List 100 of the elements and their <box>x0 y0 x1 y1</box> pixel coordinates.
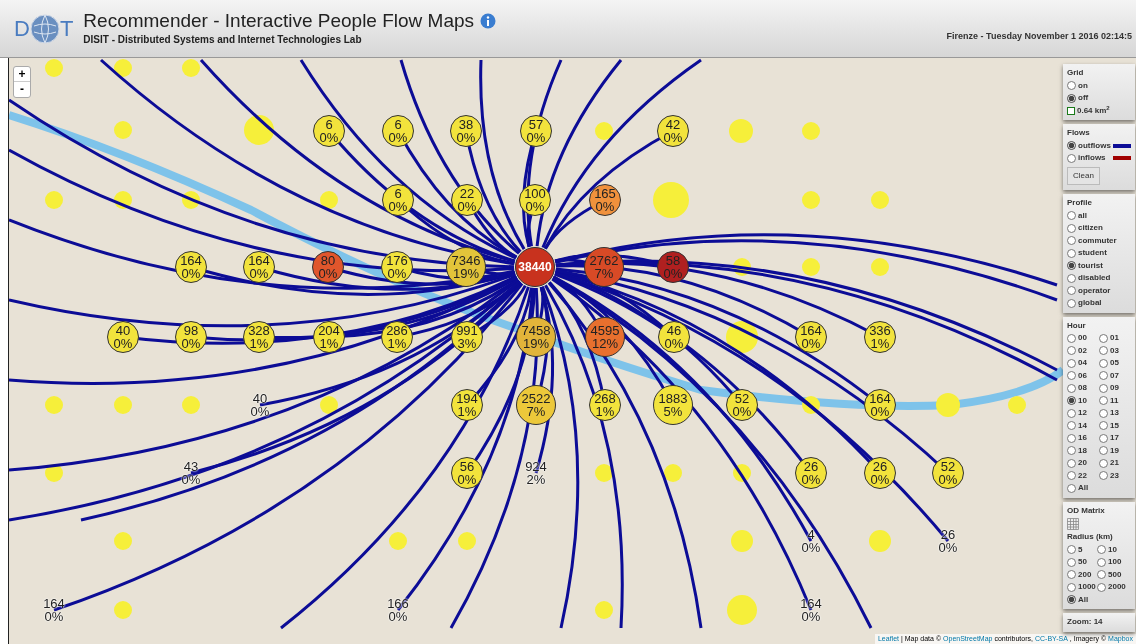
radio-button[interactable] <box>1099 396 1108 406</box>
radio-button[interactable] <box>1067 153 1076 163</box>
radio-button[interactable] <box>1097 545 1106 555</box>
radio-button[interactable] <box>1067 223 1076 233</box>
zone-marker[interactable]: 22 0% <box>451 184 483 216</box>
zone-marker[interactable]: 26 0% <box>795 457 827 489</box>
option-label: All <box>1078 593 1089 606</box>
clean-button[interactable]: Clean <box>1067 166 1100 185</box>
radio-button[interactable] <box>1067 298 1076 308</box>
radio-button[interactable] <box>1099 458 1108 468</box>
radio-button[interactable] <box>1067 236 1076 246</box>
zone-marker[interactable]: 80 0% <box>312 251 344 283</box>
radio-button[interactable] <box>1067 248 1076 258</box>
info-icon[interactable] <box>480 13 497 29</box>
zone-marker[interactable]: 38 0% <box>450 115 482 147</box>
radio-button[interactable] <box>1067 483 1076 493</box>
radio-button[interactable] <box>1067 141 1076 151</box>
zone-marker[interactable]: 46 0% <box>658 321 690 353</box>
zone-marker[interactable]: 165 0% <box>589 184 621 216</box>
radio-button[interactable] <box>1099 383 1108 393</box>
radio-button[interactable] <box>1067 582 1076 592</box>
option-label: on <box>1078 79 1088 92</box>
radio-button[interactable] <box>1067 371 1076 381</box>
radio-button[interactable] <box>1067 346 1076 356</box>
radio-button[interactable] <box>1099 421 1108 431</box>
zone-marker[interactable]: 336 1% <box>864 321 896 353</box>
radio-button[interactable] <box>1067 383 1076 393</box>
zone-marker[interactable]: 328 1% <box>243 321 275 353</box>
zone-marker[interactable]: 176 0% <box>381 251 413 283</box>
zone-marker[interactable]: 1883 5% <box>653 385 693 425</box>
radio-button[interactable] <box>1097 557 1106 567</box>
zone-marker[interactable]: 40 0% <box>107 321 139 353</box>
zone-marker[interactable]: 38440 <box>515 247 555 287</box>
option-label: 2000 <box>1108 581 1126 593</box>
radio-button[interactable] <box>1067 545 1076 555</box>
zone-marker[interactable]: 268 1% <box>589 389 621 421</box>
cell-size-label: 0.64 km$^{2}$ <box>1077 104 1110 117</box>
zone-marker[interactable]: 286 1% <box>381 321 413 353</box>
option-label: 06 <box>1078 369 1087 382</box>
radio-button[interactable] <box>1099 446 1108 456</box>
radio-button[interactable] <box>1067 273 1076 283</box>
radio-button[interactable] <box>1067 433 1076 443</box>
option-label: global <box>1078 297 1102 309</box>
zone-marker[interactable]: 164 0% <box>38 594 70 626</box>
option-label: 07 <box>1110 369 1119 382</box>
zone-marker[interactable]: 56 0% <box>451 457 483 489</box>
radio-button[interactable] <box>1067 81 1076 91</box>
zone-marker[interactable]: 98 0% <box>175 321 207 353</box>
radio-button[interactable] <box>1099 346 1108 356</box>
radio-button[interactable] <box>1067 358 1076 368</box>
radio-button[interactable] <box>1067 93 1076 103</box>
radio-button[interactable] <box>1099 358 1108 368</box>
radio-button[interactable] <box>1067 211 1076 221</box>
option-label: 04 <box>1078 357 1087 369</box>
zone-marker[interactable]: 52 0% <box>932 457 964 489</box>
radio-button[interactable] <box>1097 582 1106 592</box>
zone-marker[interactable]: 7458 19% <box>516 317 556 357</box>
zone-marker[interactable]: 57 0% <box>520 115 552 147</box>
zone-marker[interactable]: 164 0% <box>175 251 207 283</box>
zone-marker[interactable]: 2522 7% <box>516 385 556 425</box>
option-label: 08 <box>1078 382 1087 394</box>
radio-button[interactable] <box>1099 408 1108 418</box>
grid-matrix-icon[interactable] <box>1067 518 1079 530</box>
radio-button[interactable] <box>1067 458 1076 468</box>
zone-marker[interactable]: 164 0% <box>243 251 275 283</box>
radio-button[interactable] <box>1067 595 1076 605</box>
zone-marker[interactable]: 164 0% <box>864 389 896 421</box>
radio-button[interactable] <box>1067 471 1076 481</box>
radio-button[interactable] <box>1067 261 1076 271</box>
zoom-in-button[interactable]: + <box>14 67 30 82</box>
radio-button[interactable] <box>1099 471 1108 481</box>
radio-button[interactable] <box>1099 371 1108 381</box>
radio-button[interactable] <box>1067 408 1076 418</box>
radio-button[interactable] <box>1067 396 1076 406</box>
radio-button[interactable] <box>1067 333 1076 343</box>
zone-marker[interactable]: 26 0% <box>864 457 896 489</box>
zone-marker[interactable]: 43 0% <box>175 457 207 489</box>
zoom-out-button[interactable]: - <box>14 82 30 97</box>
zone-marker[interactable]: 40 0% <box>244 389 276 421</box>
zone-marker[interactable]: 194 1% <box>451 389 483 421</box>
radio-button[interactable] <box>1067 570 1076 580</box>
zone-marker[interactable]: 6 0% <box>382 115 414 147</box>
radio-button[interactable] <box>1099 333 1108 343</box>
radio-button[interactable] <box>1067 557 1076 567</box>
zone-marker[interactable]: 100 0% <box>519 184 551 216</box>
option-label: 22 <box>1078 469 1087 482</box>
option-label: 14 <box>1078 419 1087 432</box>
zone-marker[interactable]: 42 0% <box>657 115 689 147</box>
zone-marker[interactable]: 6 0% <box>382 184 414 216</box>
radio-button[interactable] <box>1097 570 1106 580</box>
radio-button[interactable] <box>1067 421 1076 431</box>
zone-marker[interactable]: 164 0% <box>795 321 827 353</box>
zone-marker[interactable]: 204 1% <box>313 321 345 353</box>
radio-button[interactable] <box>1067 286 1076 296</box>
zone-marker[interactable]: 52 0% <box>726 389 758 421</box>
zone-marker[interactable]: 6 0% <box>313 115 345 147</box>
option-label: outflows <box>1078 139 1111 152</box>
radio-button[interactable] <box>1099 433 1108 443</box>
radio-button[interactable] <box>1067 446 1076 456</box>
zone-marker[interactable]: 4595 12% <box>585 317 625 357</box>
